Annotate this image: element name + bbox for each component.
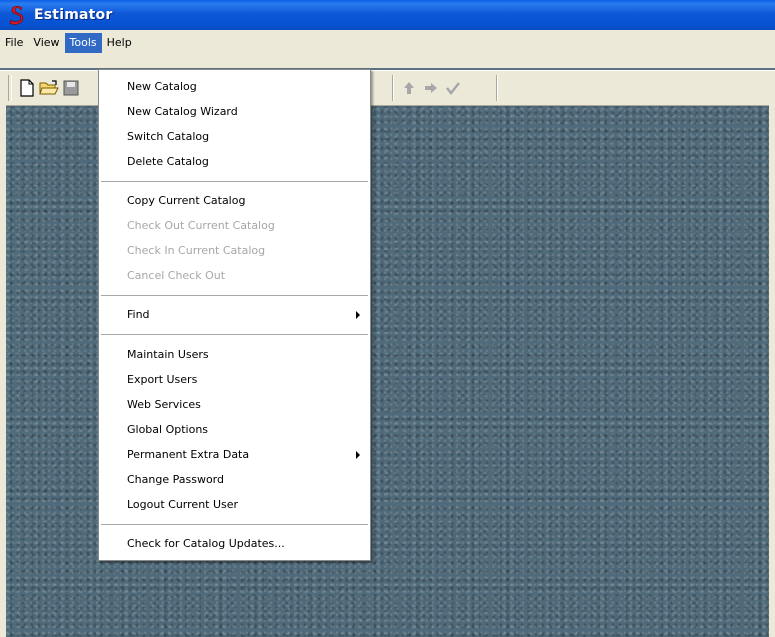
menu-separator xyxy=(101,334,368,335)
checkmark-icon[interactable] xyxy=(442,77,464,99)
right-arrow-icon[interactable] xyxy=(420,77,442,99)
menu-item-maintain-users[interactable]: Maintain Users xyxy=(99,342,370,367)
app-logo-icon xyxy=(8,5,26,25)
menu-item-new-catalog-wizard[interactable]: New Catalog Wizard xyxy=(99,99,370,124)
menu-item-copy-current-catalog[interactable]: Copy Current Catalog xyxy=(99,188,370,213)
toolbar-separator xyxy=(496,75,498,101)
open-folder-icon[interactable] xyxy=(38,77,60,99)
menu-item-switch-catalog[interactable]: Switch Catalog xyxy=(99,124,370,149)
menu-separator xyxy=(101,295,368,296)
tools-menu-dropdown: New Catalog New Catalog Wizard Switch Ca… xyxy=(98,69,371,561)
menu-item-check-in-current-catalog[interactable]: Check In Current Catalog xyxy=(99,238,370,263)
menu-item-check-out-current-catalog[interactable]: Check Out Current Catalog xyxy=(99,213,370,238)
new-document-icon[interactable] xyxy=(16,77,38,99)
menu-view[interactable]: View xyxy=(28,33,64,53)
menu-item-global-options[interactable]: Global Options xyxy=(99,417,370,442)
title-bar[interactable]: Estimator xyxy=(0,0,775,30)
menu-item-check-for-catalog-updates[interactable]: Check for Catalog Updates... xyxy=(99,531,370,556)
menu-separator xyxy=(101,524,368,525)
menu-item-find[interactable]: Find xyxy=(99,302,370,327)
menu-bar: File View Tools Help xyxy=(0,30,775,68)
menu-help[interactable]: Help xyxy=(102,33,137,53)
menu-item-permanent-extra-data-label: Permanent Extra Data xyxy=(127,448,250,461)
save-icon[interactable] xyxy=(60,77,82,99)
toolbar-grip[interactable] xyxy=(8,75,12,101)
menu-item-delete-catalog[interactable]: Delete Catalog xyxy=(99,149,370,174)
submenu-arrow-icon xyxy=(356,311,360,319)
menu-item-find-label: Find xyxy=(127,308,150,321)
window-frame-right xyxy=(769,104,775,637)
menu-item-cancel-check-out[interactable]: Cancel Check Out xyxy=(99,263,370,288)
menu-item-change-password[interactable]: Change Password xyxy=(99,467,370,492)
up-arrow-icon[interactable] xyxy=(398,77,420,99)
toolbar-separator xyxy=(392,75,394,101)
menu-item-permanent-extra-data[interactable]: Permanent Extra Data xyxy=(99,442,370,467)
menu-item-logout-current-user[interactable]: Logout Current User xyxy=(99,492,370,517)
menu-file[interactable]: File xyxy=(0,33,28,53)
menu-item-export-users[interactable]: Export Users xyxy=(99,367,370,392)
submenu-arrow-icon xyxy=(356,451,360,459)
menu-item-new-catalog[interactable]: New Catalog xyxy=(99,74,370,99)
menu-item-web-services[interactable]: Web Services xyxy=(99,392,370,417)
menu-separator xyxy=(101,181,368,182)
window-title: Estimator xyxy=(34,7,113,23)
menu-tools[interactable]: Tools xyxy=(64,33,102,53)
